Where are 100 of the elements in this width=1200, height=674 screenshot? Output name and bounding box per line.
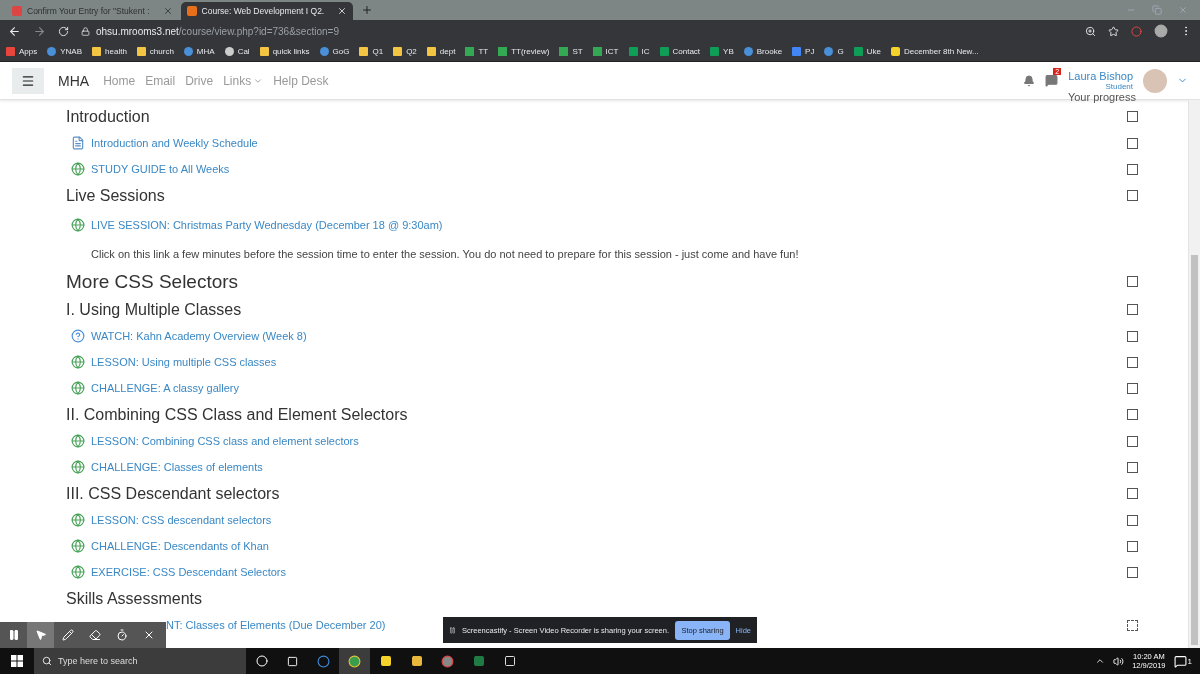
completion-checkbox[interactable] <box>1127 137 1138 149</box>
new-tab-icon[interactable] <box>361 4 374 16</box>
globe-icon <box>71 513 85 527</box>
globe-icon <box>71 434 85 448</box>
bookmark[interactable]: PJ <box>792 47 815 56</box>
completion-checkbox[interactable] <box>1127 304 1138 315</box>
timer-icon <box>115 629 128 641</box>
completion-checkbox[interactable] <box>1127 356 1138 368</box>
scrollbar[interactable] <box>1188 100 1200 648</box>
activity-link[interactable]: WATCH: Kahn Academy Overview (Week 8) <box>91 330 307 342</box>
activity-link[interactable]: LESSON: Combining CSS class and element selectors <box>91 435 359 447</box>
action-center-icon[interactable] <box>1173 654 1187 668</box>
activity-link[interactable]: Introduction and Weekly Schedule <box>91 137 258 149</box>
activity-link[interactable]: CHALLENGE: Classes of elements <box>91 461 263 473</box>
section-heading: II. Combining CSS Class and Element Selectors <box>66 405 409 424</box>
completion-checkbox[interactable] <box>1127 514 1138 526</box>
completion-checkbox[interactable] <box>1127 435 1138 447</box>
pointer-icon <box>34 629 47 641</box>
bookmark[interactable]: YB <box>710 47 734 56</box>
globe-icon <box>71 162 85 176</box>
activity-link[interactable]: EXERCISE: CSS Descendant Selectors <box>91 566 287 578</box>
activity-link[interactable]: CHALLENGE: Descendants of Khan <box>91 540 269 552</box>
section-heading: Skills Assessments <box>66 589 204 608</box>
volume-icon[interactable] <box>1113 655 1125 667</box>
eraser-icon <box>88 629 101 641</box>
bookmark-star-icon[interactable] <box>1108 25 1119 37</box>
favicon-icon <box>186 6 197 16</box>
bookmark[interactable]: Brooke <box>743 47 783 56</box>
browser-tab[interactable]: Confirm Your Entry for "Stukent : <box>6 2 179 20</box>
forward-icon[interactable] <box>33 24 46 38</box>
globe-icon <box>71 539 85 553</box>
pause-icon <box>7 629 20 641</box>
bookmark[interactable]: ICT <box>592 47 619 56</box>
zoom-icon[interactable] <box>1085 25 1096 37</box>
user-role: Student <box>1105 82 1133 91</box>
pointer-button[interactable] <box>27 622 54 648</box>
activity-link[interactable]: LESSON: CSS descendant selectors <box>91 514 272 526</box>
completion-checkbox[interactable] <box>1127 276 1138 287</box>
activity-link[interactable]: CHALLENGE: A classy gallery <box>91 382 239 394</box>
bookmark[interactable]: Q1 <box>359 47 384 56</box>
activity-link[interactable]: LESSON: Using multiple CSS classes <box>91 356 277 368</box>
browser-tab[interactable]: Course: Web Development I Q2. <box>180 2 354 20</box>
bookmark[interactable]: GoG <box>319 47 350 56</box>
completion-checkbox[interactable] <box>1127 409 1138 420</box>
completion-checkbox[interactable] <box>1127 461 1138 473</box>
menu-icon <box>21 73 35 88</box>
bookmark[interactable]: YNAB <box>47 47 83 56</box>
bookmark[interactable]: December 8th New... <box>890 47 979 56</box>
bookmark[interactable]: ST <box>559 47 583 56</box>
pencil-icon <box>61 629 74 641</box>
globe-icon <box>71 460 85 474</box>
globe-icon <box>71 355 85 369</box>
page-icon <box>71 136 85 150</box>
bookmark[interactable]: quick links <box>259 47 310 56</box>
completion-checkbox[interactable] <box>1127 382 1138 394</box>
bookmark[interactable]: TT(review) <box>498 47 550 56</box>
globe-icon <box>71 381 85 395</box>
progress-label: Your progress <box>1067 91 1136 103</box>
completion-checkbox[interactable] <box>1127 566 1138 578</box>
bookmark[interactable]: dept <box>426 47 456 56</box>
completion-checkbox[interactable] <box>1127 488 1138 499</box>
windows-icon <box>11 655 23 667</box>
favicon-icon <box>12 6 22 16</box>
notification-count: 1 <box>1187 656 1192 666</box>
activity-link[interactable]: NT: Classes of Elements (Due December 20) <box>166 619 386 631</box>
user-name[interactable]: Laura Bishop <box>1068 70 1133 82</box>
url-path[interactable]: /course/view.php?id=736&section=9 <box>178 25 339 37</box>
completion-checkbox[interactable] <box>1127 190 1138 201</box>
bookmark[interactable]: Contact <box>659 47 701 56</box>
menu-button[interactable] <box>12 67 44 94</box>
completion-checkbox[interactable] <box>1127 111 1138 122</box>
messages-icon[interactable] <box>1045 74 1059 87</box>
close-icon[interactable] <box>337 6 348 16</box>
back-icon[interactable] <box>8 24 21 38</box>
bookmark[interactable]: IC <box>628 47 650 56</box>
section-heading: More CSS Selectors <box>66 270 240 293</box>
activity-link[interactable]: STUDY GUIDE to All Weeks <box>91 163 230 175</box>
bookmark[interactable]: MHA <box>183 47 215 56</box>
section-heading: Introduction <box>66 107 151 126</box>
completion-checkbox[interactable] <box>1127 619 1138 631</box>
site-brand[interactable]: MHA <box>58 72 90 89</box>
question-icon <box>71 329 85 343</box>
taskbar-search-field[interactable]: Type here to search <box>34 648 246 674</box>
completion-checkbox[interactable] <box>1127 330 1138 342</box>
completion-checkbox[interactable] <box>1127 540 1138 552</box>
activity-link[interactable]: LIVE SESSION: Christmas Party Wednesday (December 18 @ 9:30am) <box>91 219 443 231</box>
bookmark[interactable]: Apps <box>6 47 38 56</box>
url-host[interactable]: ohsu.mrooms3.net <box>96 25 179 37</box>
bookmark[interactable]: Cal <box>224 47 250 56</box>
pause-icon <box>449 626 456 634</box>
section-heading: III. CSS Descendant selectors <box>66 484 281 503</box>
reload-icon[interactable] <box>58 25 69 37</box>
completion-checkbox[interactable] <box>1127 163 1138 175</box>
bookmark[interactable]: Uke <box>853 47 881 56</box>
profile-avatar[interactable] <box>1154 24 1168 38</box>
bookmark[interactable]: TT <box>465 47 489 56</box>
bookmark[interactable]: church <box>136 47 174 56</box>
bookmark[interactable]: Q2 <box>393 47 417 56</box>
notification-bell-icon[interactable] <box>1023 74 1036 87</box>
bookmark[interactable]: health <box>92 47 127 56</box>
